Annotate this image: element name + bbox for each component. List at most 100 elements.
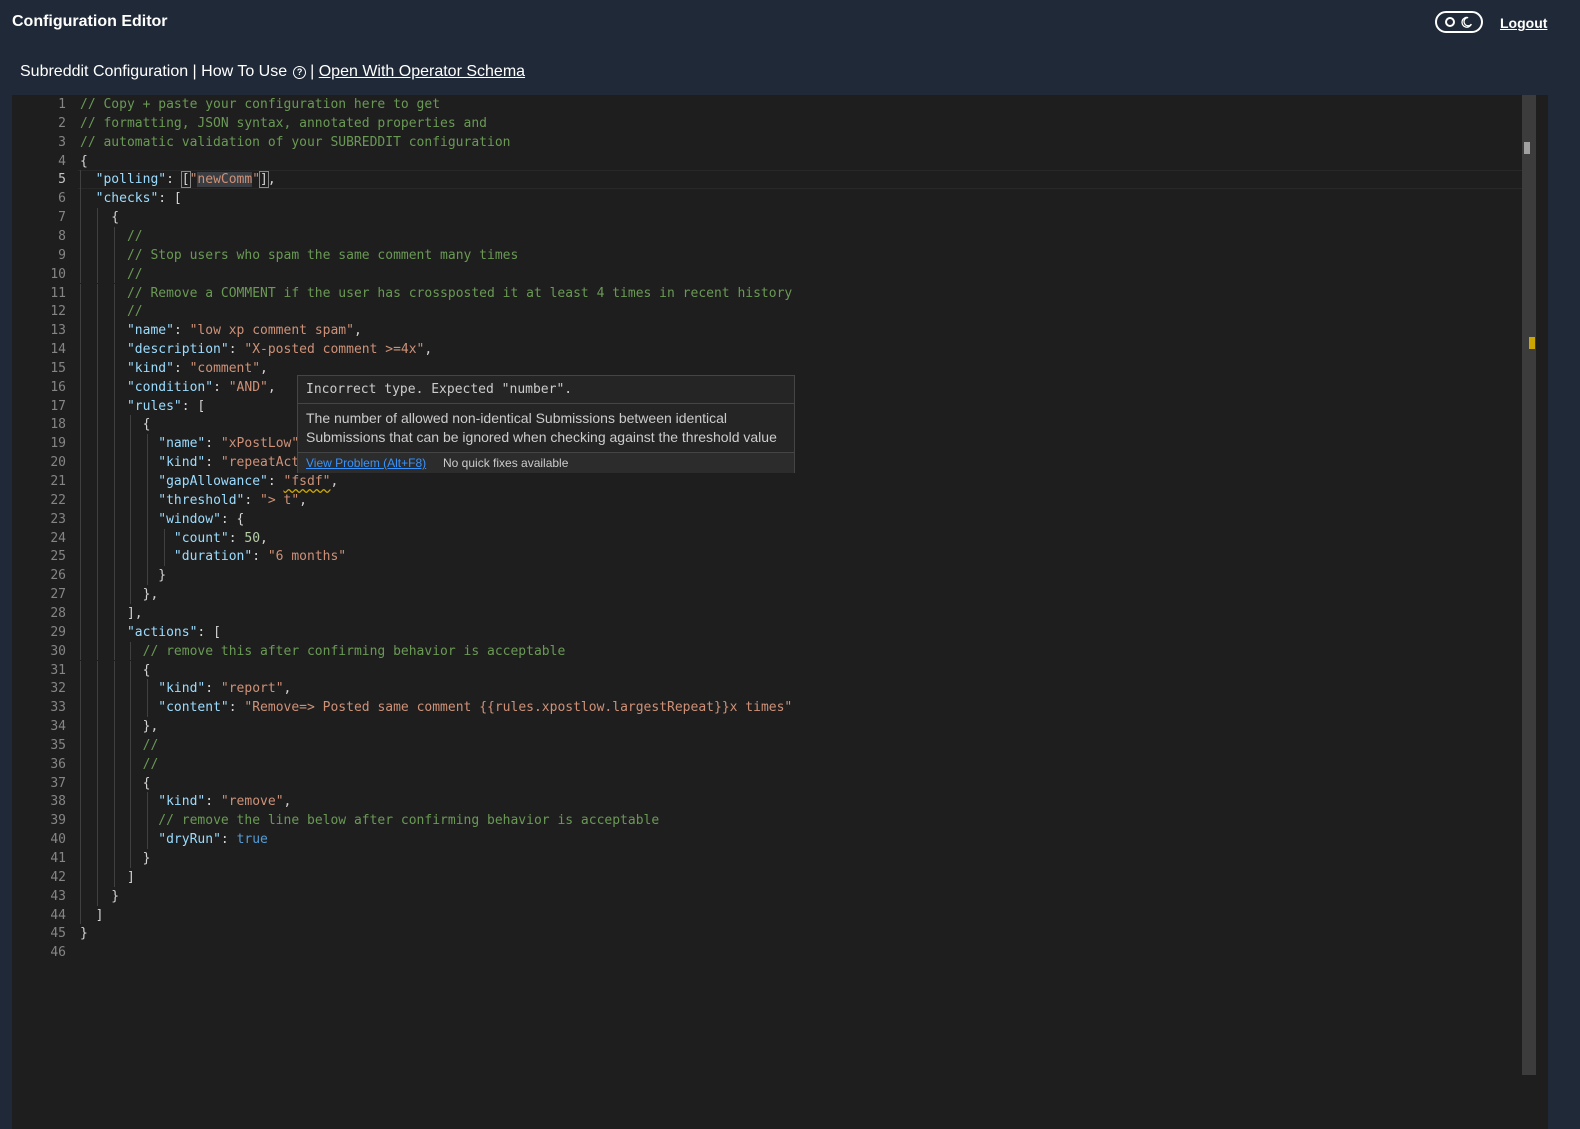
code-line[interactable]: // remove this after confirming behavior… xyxy=(80,642,566,661)
code-line[interactable]: "condition": "AND", xyxy=(80,378,276,397)
code-line[interactable]: ], xyxy=(80,604,143,623)
code-line[interactable]: "rules": [ xyxy=(80,397,205,416)
question-circle-icon[interactable]: ? xyxy=(293,65,307,79)
code-line[interactable]: "kind": "remove", xyxy=(80,792,291,811)
indent-guide xyxy=(113,302,115,322)
code-line[interactable]: "actions": [ xyxy=(80,623,221,642)
logout-link[interactable]: Logout xyxy=(1500,15,1547,31)
theme-toggle[interactable] xyxy=(1435,11,1483,33)
code-token: , xyxy=(260,360,268,376)
code-line[interactable]: "window": { xyxy=(80,510,244,529)
code-token: } xyxy=(80,888,120,904)
vertical-scrollbar[interactable] xyxy=(1522,95,1536,1075)
code-line[interactable]: "content": "Remove=> Posted same comment… xyxy=(80,698,792,717)
code-token: "low xp comment spam" xyxy=(189,323,354,339)
code-line[interactable]: } xyxy=(80,566,166,585)
code-line[interactable]: "description": "X-posted comment >=4x", xyxy=(80,340,432,359)
code-line[interactable]: ] xyxy=(80,868,135,887)
no-quick-fixes-label: No quick fixes available xyxy=(443,456,569,470)
code-line[interactable]: { xyxy=(80,152,88,171)
code-line[interactable]: // Copy + paste your configuration here … xyxy=(80,95,440,114)
indent-guide xyxy=(96,377,98,397)
code-line[interactable]: }, xyxy=(80,585,159,604)
code-token: : xyxy=(166,172,182,188)
code-line[interactable]: // Remove a COMMENT if the user has cros… xyxy=(80,284,792,303)
indent-guide xyxy=(80,660,81,680)
code-line[interactable]: }, xyxy=(80,717,159,736)
code-token: // xyxy=(126,304,143,320)
code-line[interactable]: // remove the line below after confirmin… xyxy=(80,811,659,830)
code-line[interactable]: // xyxy=(80,302,143,321)
line-number: 9 xyxy=(58,247,66,263)
indent-guide xyxy=(130,811,132,831)
indent-guide xyxy=(147,472,149,491)
indent-guide xyxy=(113,717,115,736)
indent-guide xyxy=(113,754,115,774)
line-number: 4 xyxy=(58,153,66,169)
indent-guide xyxy=(113,867,115,887)
line-number: 35 xyxy=(50,737,66,753)
code-line[interactable]: "name": "low xp comment spam", xyxy=(80,321,362,340)
code-line[interactable]: { xyxy=(80,415,151,434)
code-token: { xyxy=(80,775,151,791)
code-token: "gapAllowance" xyxy=(158,474,268,489)
indent-guide xyxy=(80,547,81,567)
code-token: { xyxy=(80,662,151,678)
indent-guide xyxy=(96,340,98,359)
line-number: 16 xyxy=(50,379,66,395)
indent-guide xyxy=(113,679,115,699)
line-number: 46 xyxy=(50,945,66,961)
code-line[interactable]: "checks": [ xyxy=(80,189,182,208)
line-number: 22 xyxy=(50,492,66,508)
code-line[interactable]: "kind": "comment", xyxy=(80,359,268,378)
code-token: : xyxy=(267,474,284,489)
line-number: 28 xyxy=(50,605,66,621)
code-line[interactable]: // Stop users who spam the same comment … xyxy=(80,246,518,265)
code-line[interactable]: { xyxy=(80,774,151,793)
view-problem-link[interactable]: View Problem (Alt+F8) xyxy=(306,453,426,473)
code-line[interactable]: // xyxy=(80,265,143,284)
indent-guide xyxy=(96,603,98,623)
code-line[interactable]: { xyxy=(80,208,119,227)
code-line[interactable]: "polling": ["newComm"], xyxy=(80,170,276,189)
line-number: 8 xyxy=(58,228,66,244)
code-line[interactable]: // automatic validation of your SUBREDDI… xyxy=(80,133,510,152)
code-area[interactable]: // Copy + paste your configuration here … xyxy=(80,95,1520,1129)
indent-guide xyxy=(113,585,115,604)
code-token: "comment" xyxy=(189,360,261,376)
code-token: // Stop users who spam the same comment … xyxy=(126,247,519,263)
indent-guide xyxy=(113,377,115,397)
code-line[interactable]: // xyxy=(80,736,159,755)
indent-guide xyxy=(113,566,115,586)
code-line[interactable]: "gapAllowance": "fsdf", xyxy=(80,472,338,491)
code-line[interactable]: ] xyxy=(80,906,104,925)
code-line[interactable]: "duration": "6 months" xyxy=(80,547,346,566)
code-line[interactable]: // formatting, JSON syntax, annotated pr… xyxy=(80,114,487,133)
code-line[interactable]: // xyxy=(80,227,143,246)
indent-guide xyxy=(113,528,115,548)
code-token: : xyxy=(228,700,245,716)
indent-guide xyxy=(130,849,132,868)
code-line[interactable]: "kind": "report", xyxy=(80,679,291,698)
code-token: "report" xyxy=(220,681,284,697)
line-number: 30 xyxy=(50,643,66,659)
indent-guide xyxy=(96,415,98,435)
code-token: // Copy + paste your configuration here … xyxy=(80,97,441,112)
code-token: , xyxy=(283,681,292,697)
code-line[interactable]: { xyxy=(80,661,151,680)
code-editor[interactable]: 1 2 3 4 5 6 7 8 9 10 11 12 13 14 15 16 17 18 19 20 21 22 23 24 2… xyxy=(12,95,1548,1129)
code-line[interactable]: "dryRun": true xyxy=(80,830,268,849)
code-line[interactable]: } xyxy=(80,887,119,906)
indent-guide xyxy=(96,773,98,793)
hover-status-bar: View Problem (Alt+F8) No quick fixes ava… xyxy=(298,452,794,473)
open-schema-link[interactable]: Open With Operator Schema xyxy=(319,63,525,81)
indent-guide xyxy=(96,660,98,680)
code-line[interactable]: } xyxy=(80,849,151,868)
code-token: "window" xyxy=(158,511,221,527)
code-line[interactable]: "count": 50, xyxy=(80,529,268,548)
code-line[interactable]: // xyxy=(80,755,159,774)
code-line[interactable]: } xyxy=(80,924,88,943)
